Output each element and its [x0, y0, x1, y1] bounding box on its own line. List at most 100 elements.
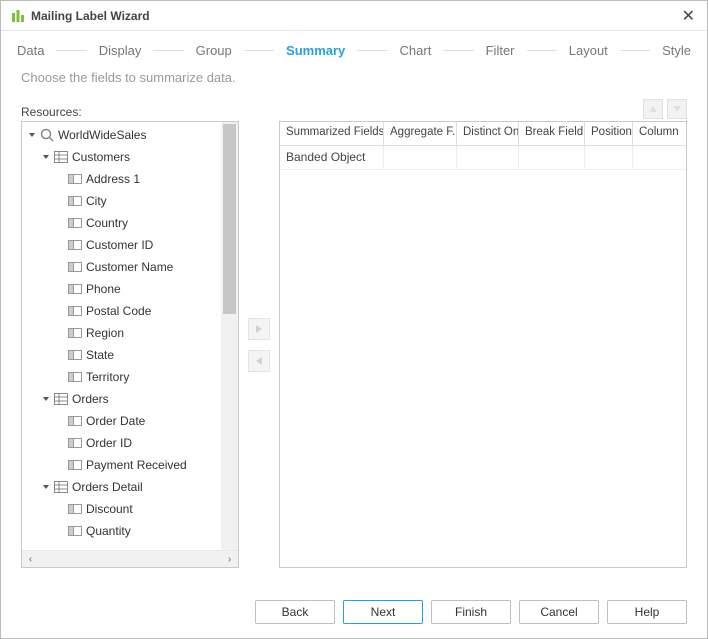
th-position[interactable]: Position [585, 122, 633, 145]
tree-root[interactable]: WorldWideSales [22, 124, 238, 146]
step-display[interactable]: Display [97, 41, 144, 60]
table-icon [54, 481, 68, 493]
tree-field[interactable]: Discount [22, 498, 238, 520]
field-icon [68, 240, 82, 250]
next-button[interactable]: Next [343, 600, 423, 624]
tree-field[interactable]: Customer Name [22, 256, 238, 278]
tree-label: Postal Code [86, 304, 151, 318]
th-break-field[interactable]: Break Field [519, 122, 585, 145]
titlebar: Mailing Label Wizard ✕ [1, 1, 707, 31]
expand-icon[interactable] [40, 153, 52, 161]
tree-label: Quantity [86, 524, 131, 538]
datasource-icon [40, 128, 54, 142]
cancel-button[interactable]: Cancel [519, 600, 599, 624]
tree-group[interactable]: Orders [22, 388, 238, 410]
tree-group[interactable]: Customers [22, 146, 238, 168]
resources-tree-panel: WorldWideSales Customers Address 1 City Coun… [21, 121, 239, 568]
field-icon [68, 284, 82, 294]
tree-label: Region [86, 326, 124, 340]
step-style[interactable]: Style [660, 41, 693, 60]
tree-field[interactable]: State [22, 344, 238, 366]
tree-label: Orders [72, 392, 109, 406]
tree-label: Phone [86, 282, 121, 296]
scroll-right-icon[interactable]: › [221, 551, 238, 568]
tree-field[interactable]: Postal Code [22, 300, 238, 322]
table-header: Summarized Fields Aggregate F... Distinc… [280, 122, 686, 146]
tree-label: Territory [86, 370, 129, 384]
remove-field-button[interactable] [248, 350, 270, 372]
field-icon [68, 196, 82, 206]
tree-label: Address 1 [86, 172, 140, 186]
window-title: Mailing Label Wizard [31, 9, 150, 23]
tree-field[interactable]: Country [22, 212, 238, 234]
field-icon [68, 504, 82, 514]
tree-label: Customers [72, 150, 130, 164]
tree-label: Orders Detail [72, 480, 143, 494]
tree-label: Order Date [86, 414, 145, 428]
table-row[interactable]: Banded Object [280, 146, 686, 170]
table-icon [54, 151, 68, 163]
tree-field[interactable]: Region [22, 322, 238, 344]
vertical-scrollbar[interactable] [221, 122, 238, 550]
horizontal-scrollbar[interactable]: ‹ › [22, 550, 238, 567]
field-icon [68, 350, 82, 360]
tree-field[interactable]: Quantity [22, 520, 238, 542]
finish-button[interactable]: Finish [431, 600, 511, 624]
th-column[interactable]: Column [633, 122, 686, 145]
resources-tree[interactable]: WorldWideSales Customers Address 1 City Coun… [22, 122, 238, 542]
wizard-steps: Data Display Group Summary Chart Filter … [1, 31, 707, 66]
summary-table: Summarized Fields Aggregate F... Distinc… [279, 121, 687, 568]
field-icon [68, 460, 82, 470]
move-down-button[interactable] [667, 99, 687, 119]
close-icon[interactable]: ✕ [678, 6, 699, 26]
tree-label: Customer ID [86, 238, 153, 252]
field-icon [68, 416, 82, 426]
tree-label: Order ID [86, 436, 132, 450]
field-icon [68, 262, 82, 272]
add-field-button[interactable] [248, 318, 270, 340]
tree-field[interactable]: Customer ID [22, 234, 238, 256]
tree-label: Discount [86, 502, 133, 516]
tree-field[interactable]: Phone [22, 278, 238, 300]
field-icon [68, 174, 82, 184]
table-icon [54, 393, 68, 405]
tree-field[interactable]: City [22, 190, 238, 212]
tree-label: Payment Received [86, 458, 187, 472]
help-button[interactable]: Help [607, 600, 687, 624]
th-distinct-on[interactable]: Distinct On [457, 122, 519, 145]
tree-field[interactable]: Payment Received [22, 454, 238, 476]
resources-label: Resources: [21, 105, 82, 119]
scroll-left-icon[interactable]: ‹ [22, 551, 39, 568]
tree-group[interactable]: Orders Detail [22, 476, 238, 498]
back-button[interactable]: Back [255, 600, 335, 624]
expand-icon[interactable] [40, 483, 52, 491]
tree-label: Customer Name [86, 260, 173, 274]
app-icon [11, 9, 25, 23]
step-group[interactable]: Group [194, 41, 234, 60]
field-icon [68, 328, 82, 338]
step-layout[interactable]: Layout [567, 41, 610, 60]
field-icon [68, 438, 82, 448]
tree-label: Country [86, 216, 128, 230]
footer-buttons: Back Next Finish Cancel Help [1, 588, 707, 638]
field-icon [68, 306, 82, 316]
step-filter[interactable]: Filter [484, 41, 517, 60]
tree-field[interactable]: Territory [22, 366, 238, 388]
tree-label: WorldWideSales [58, 128, 146, 142]
cell-summarized: Banded Object [280, 146, 384, 169]
step-chart[interactable]: Chart [398, 41, 434, 60]
expand-icon[interactable] [40, 395, 52, 403]
tree-field[interactable]: Order Date [22, 410, 238, 432]
step-data[interactable]: Data [15, 41, 46, 60]
tree-field[interactable]: Order ID [22, 432, 238, 454]
subtitle: Choose the fields to summarize data. [1, 66, 707, 99]
step-summary[interactable]: Summary [284, 41, 347, 60]
th-aggregate[interactable]: Aggregate F... [384, 122, 457, 145]
move-up-button[interactable] [643, 99, 663, 119]
tree-label: State [86, 348, 114, 362]
field-icon [68, 218, 82, 228]
field-icon [68, 526, 82, 536]
expand-icon[interactable] [26, 131, 38, 139]
th-summarized-fields[interactable]: Summarized Fields [280, 122, 384, 145]
tree-field[interactable]: Address 1 [22, 168, 238, 190]
